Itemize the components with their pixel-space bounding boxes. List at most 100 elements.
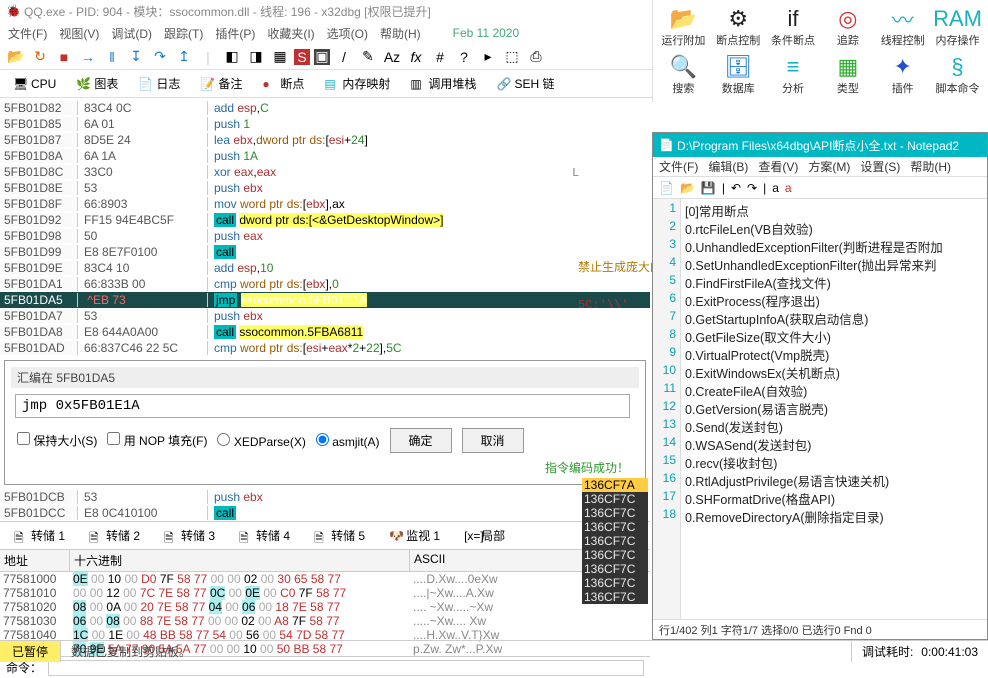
np-line[interactable]: 0.VirtualProtect(Vmp脱壳) <box>685 345 983 363</box>
np-new-icon[interactable]: 📄 <box>659 181 674 195</box>
tool-a-icon[interactable]: ◧ <box>222 47 242 67</box>
disasm-row[interactable]: 5FB01DCCE8 0C410100call <box>0 505 650 521</box>
disasm-row[interactable]: 5FB01D8C33C0xor eax,eax <box>0 164 650 180</box>
dump-tab[interactable]: 🗎转储 5 <box>304 524 375 547</box>
menu-plugin[interactable]: 插件(P) <box>215 25 255 42</box>
np-open-icon[interactable]: 📂 <box>680 181 695 195</box>
disasm-row[interactable]: 5FB01D92FF15 94E4BC5Fcall dword ptr ds:[… <box>0 212 650 228</box>
np-undo-icon[interactable]: ↶ <box>731 181 741 195</box>
disasm-row[interactable]: 5FB01D8283C4 0Cadd esp,C <box>0 100 650 116</box>
disasm-row[interactable]: 5FB01DA166:833B 00cmp word ptr ds:[ebx],… <box>0 276 650 292</box>
plugin-item[interactable]: 🔍搜索 <box>657 52 710 98</box>
np-menu-item[interactable]: 设置(S) <box>860 158 900 175</box>
tool-k-icon[interactable]: ? <box>454 47 474 67</box>
dump-tab[interactable]: 🗎转储 2 <box>79 524 150 547</box>
tab-notes[interactable]: 📝备注 <box>191 70 251 97</box>
disasm-row[interactable]: 5FB01D99E8 8E7F0100call <box>0 244 650 260</box>
ref-addr[interactable]: 136CF7C <box>582 520 648 534</box>
disasm-row[interactable]: 5FB01DAD66:837C46 22 5Ccmp word ptr ds:[… <box>0 340 650 356</box>
step-over-icon[interactable]: ↷ <box>150 47 170 67</box>
ref-addr[interactable]: 136CF7C <box>582 590 648 604</box>
step-into-icon[interactable]: ↧ <box>126 47 146 67</box>
asm-input[interactable] <box>15 394 630 418</box>
np-line[interactable]: 0.recv(接收封包) <box>685 453 983 471</box>
ref-addr[interactable]: 136CF7A <box>582 478 648 492</box>
notepad-toolbar[interactable]: 📄 📂 💾 | ↶ ↷ | a a <box>653 177 987 199</box>
np-line[interactable]: 0.SHFormatDrive(格盘API) <box>685 489 983 507</box>
tool-g-icon[interactable]: ✎ <box>358 47 378 67</box>
notepad-title-bar[interactable]: 📄 D:\Program Files\x64dbg\API断点小全.txt - … <box>653 133 987 157</box>
plugin-item[interactable]: 📂运行附加 <box>657 4 710 50</box>
np-line[interactable]: 0.FindFirstFileA(查找文件) <box>685 273 983 291</box>
disasm-row[interactable]: 5FB01D8A6A 1Apush 1A <box>0 148 650 164</box>
np-menu-item[interactable]: 方案(M) <box>808 158 850 175</box>
dump-tab[interactable]: 🗎转储 1 <box>4 524 75 547</box>
menu-options[interactable]: 选项(O) <box>327 25 368 42</box>
ref-addr[interactable]: 136CF7C <box>582 492 648 506</box>
cancel-button[interactable]: 取消 <box>462 428 524 453</box>
stop-icon[interactable]: ■ <box>54 47 74 67</box>
tab-memmap[interactable]: ▤内存映射 <box>315 70 399 97</box>
plugin-item[interactable]: if条件断点 <box>767 4 820 50</box>
disasm-row[interactable]: 5FB01DA8E8 644A0A00call ssocommon.5FBA68… <box>0 324 650 340</box>
nop-fill-check[interactable]: 用 NOP 填充(F) <box>107 432 207 449</box>
np-line[interactable]: [0]常用断点 <box>685 201 983 219</box>
tab-cpu[interactable]: 🖥CPU <box>4 72 65 96</box>
menu-help[interactable]: 帮助(H) <box>380 25 421 42</box>
menu-view[interactable]: 视图(V) <box>59 25 99 42</box>
ref-addr[interactable]: 136CF7C <box>582 534 648 548</box>
menu-debug[interactable]: 调试(D) <box>111 25 152 42</box>
open-icon[interactable]: 📂 <box>6 47 26 67</box>
np-line[interactable]: 0.RemoveDirectoryA(删除指定目录) <box>685 507 983 525</box>
tab-stack[interactable]: ▥调用堆栈 <box>401 70 485 97</box>
plugin-item[interactable]: ≡分析 <box>767 52 820 98</box>
pause-icon[interactable]: ‖ <box>102 47 122 67</box>
dump-row[interactable]: 7758101000 00 12 00 7C 7E 58 77 0C 00 0E… <box>0 586 650 600</box>
tab-seh[interactable]: 🔗SEH 链 <box>487 70 563 97</box>
disasm-row[interactable]: 5FB01DCB53push ebx <box>0 489 650 505</box>
np-redo-icon[interactable]: ↷ <box>747 181 757 195</box>
plugin-item[interactable]: 🗄数据库 <box>712 52 765 98</box>
ref-addr[interactable]: 136CF7C <box>582 506 648 520</box>
np-line[interactable]: 0.GetStartupInfoA(获取启动信息) <box>685 309 983 327</box>
notepad-menu[interactable]: 文件(F)编辑(B)查看(V)方案(M)设置(S)帮助(H) <box>653 157 987 177</box>
xedparse-radio[interactable]: XEDParse(X) <box>217 433 305 449</box>
disasm-row[interactable]: 5FB01D9850push eax <box>0 228 650 244</box>
tool-j-icon[interactable]: # <box>430 47 450 67</box>
disasm-row[interactable]: 5FB01DA753push ebx <box>0 308 650 324</box>
dump-tab[interactable]: 🗎转储 3 <box>154 524 225 547</box>
np-menu-item[interactable]: 编辑(B) <box>708 158 748 175</box>
tool-h-icon[interactable]: Az <box>382 47 402 67</box>
np-line[interactable]: 0.SetUnhandledExceptionFilter(抛出异常来判 <box>685 255 983 273</box>
np-menu-item[interactable]: 文件(F) <box>659 158 698 175</box>
tool-l-icon[interactable]: ▸ <box>478 47 498 67</box>
plugin-item[interactable]: §脚本命令 <box>931 52 984 98</box>
np-line[interactable]: 0.GetFileSize(取文件大小) <box>685 327 983 345</box>
step-out-icon[interactable]: ↥ <box>174 47 194 67</box>
plugin-item[interactable]: ▦类型 <box>821 52 874 98</box>
tool-d-icon[interactable]: S <box>294 49 310 65</box>
plugin-item[interactable]: ◎追踪 <box>821 4 874 50</box>
restart-icon[interactable]: ↻ <box>30 47 50 67</box>
disasm-row[interactable]: 5FB01D856A 01push 1 <box>0 116 650 132</box>
ok-button[interactable]: 确定 <box>390 428 452 453</box>
np-line[interactable]: 0.GetVersion(易语言脱壳) <box>685 399 983 417</box>
plugin-item[interactable]: ✦插件 <box>876 52 929 98</box>
plugin-item[interactable]: 〰线程控制 <box>876 4 929 50</box>
disassembly-view-2[interactable]: 5FB01DCB53push ebx5FB01DCCE8 0C410100cal… <box>0 489 650 521</box>
tool-f-icon[interactable]: / <box>334 47 354 67</box>
dump-row[interactable]: 7758103006 00 08 00 88 7E 58 77 00 00 02… <box>0 614 650 628</box>
np-line[interactable]: 0.WSASend(发送封包) <box>685 435 983 453</box>
disassembly-view[interactable]: 5FB01D8283C4 0Cadd esp,C5FB01D856A 01pus… <box>0 100 650 356</box>
menu-file[interactable]: 文件(F) <box>8 25 47 42</box>
keep-size-check[interactable]: 保持大小(S) <box>17 432 97 449</box>
notepad-text[interactable]: [0]常用断点0.rtcFileLen(VB自效验)0.UnhandledExc… <box>681 199 987 619</box>
ref-addr[interactable]: 136CF7C <box>582 548 648 562</box>
tool-n-icon[interactable]: ⎙ <box>526 47 546 67</box>
asmjit-radio[interactable]: asmjit(A) <box>316 433 380 449</box>
disasm-row[interactable]: 5FB01DA5 ^EB 73jmp ssocommon.5FB01E1A <box>0 292 650 308</box>
np-menu-item[interactable]: 帮助(H) <box>910 158 951 175</box>
tab-bp[interactable]: ●断点 <box>253 70 313 97</box>
menu-trace[interactable]: 跟踪(T) <box>164 25 203 42</box>
dump-tab[interactable]: [x=]局部 <box>454 524 515 547</box>
